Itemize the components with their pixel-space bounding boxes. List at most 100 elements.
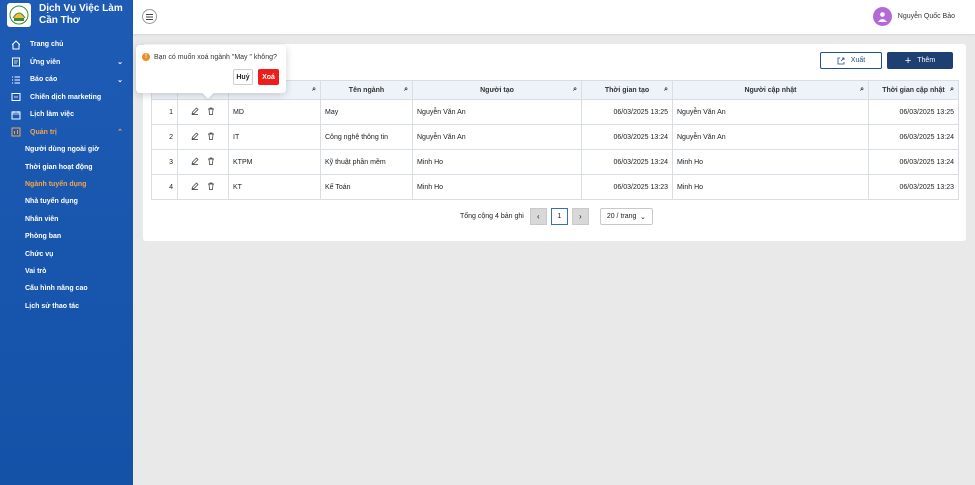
next-page-button[interactable]: › (571, 208, 589, 225)
popconfirm-message: Bạn có muốn xoá ngành "May " không? (154, 53, 277, 61)
add-button[interactable]: + Thêm (887, 52, 953, 69)
export-label: Xuất (850, 57, 866, 64)
sidebar-subitem-employers[interactable]: Nhà tuyển dụng (0, 193, 133, 210)
cell-name: Kế Toán (320, 174, 413, 200)
row-actions (177, 174, 229, 200)
user-name: Nguyễn Quốc Bảo (897, 13, 955, 20)
sidebar-item-label: Ứng viên (30, 58, 61, 66)
delete-icon[interactable] (207, 132, 215, 142)
delete-confirm-popover: ! Bạn có muốn xoá ngành "May " không? Hu… (136, 45, 286, 99)
delete-icon[interactable] (207, 157, 215, 167)
confirm-delete-button[interactable]: Xoá (258, 69, 279, 85)
table-row: 2 IT Công nghệ thông tin Nguyễn Văn An 0… (151, 124, 959, 150)
brand-title-line2: Cần Thơ (39, 15, 80, 26)
row-actions (177, 149, 229, 175)
sidebar-item-reports[interactable]: Báo cáo ⌄ (0, 71, 133, 89)
hamburger-icon (146, 13, 153, 20)
sidebar-item-marketing[interactable]: Chiến dịch marketing (0, 89, 133, 107)
edit-icon[interactable] (191, 182, 199, 192)
sidebar-item-candidates[interactable]: Ứng viên ⌄ (0, 54, 133, 72)
sidebar-item-schedule[interactable]: Lịch làm việc (0, 106, 133, 124)
export-button[interactable]: Xuất (820, 52, 882, 69)
cell-creator: Minh Ho (412, 149, 582, 175)
table-row: 1 MD May Nguyễn Văn An 06/03/2025 13:25 … (151, 99, 959, 125)
page-size-select[interactable]: 20 / trang ⌄ (599, 208, 653, 225)
cell-updater: Minh Ho (672, 174, 869, 200)
industries-table: ⌕ Tên ngành ⌕ Người tạo ⌕ Thời gian tạo ⌕ N… (151, 80, 959, 200)
cell-updated: 06/03/2025 13:23 (868, 174, 959, 200)
list-icon (11, 75, 21, 85)
chevron-down-icon: ⌄ (117, 76, 123, 84)
prev-page-button[interactable]: ‹ (529, 208, 547, 225)
pagination: Tổng cộng 4 bản ghi ‹ 1 › 20 / trang ⌄ (460, 208, 653, 225)
plus-icon: + (904, 54, 912, 67)
cell-code: MD (228, 99, 321, 125)
cell-created: 06/03/2025 13:23 (581, 174, 673, 200)
menu-toggle-button[interactable] (142, 9, 157, 24)
cell-code: KTPM (228, 149, 321, 175)
sidebar-nav: Trang chủ Ứng viên ⌄ Báo cáo ⌄ Chiến dịc… (0, 36, 133, 315)
campaign-icon (11, 92, 21, 102)
sidebar-subitem-activity-log[interactable]: Lịch sử thao tác (0, 298, 133, 315)
cell-name: Kỹ thuật phần mềm (320, 149, 413, 175)
table-row: 4 KT Kế Toán Minh Ho 06/03/2025 13:23 Mi… (151, 174, 959, 200)
cell-created: 06/03/2025 13:24 (581, 149, 673, 175)
cell-updated: 06/03/2025 13:24 (868, 124, 959, 150)
pagination-total: Tổng cộng 4 bản ghi (460, 213, 524, 220)
column-header-name[interactable]: Tên ngành ⌕ (320, 80, 413, 100)
table-row: 3 KTPM Kỹ thuật phần mềm Minh Ho 06/03/2… (151, 149, 959, 175)
search-icon[interactable]: ⌕ (573, 86, 577, 94)
brand-logo (7, 3, 31, 27)
sidebar-item-label: Lịch làm việc (30, 111, 74, 119)
avatar (872, 7, 892, 26)
chevron-down-icon: ⌄ (639, 213, 646, 221)
brand[interactable]: Dịch Vụ Việc Làm Cần Thơ (0, 0, 133, 30)
search-icon[interactable]: ⌕ (664, 86, 668, 94)
cell-name: Công nghệ thông tin (320, 124, 413, 150)
search-icon[interactable]: ⌕ (860, 86, 864, 94)
user-menu[interactable]: Nguyễn Quốc Bảo (872, 7, 955, 26)
column-header-creator[interactable]: Người tạo ⌕ (412, 80, 582, 100)
cancel-button[interactable]: Huỷ (233, 69, 253, 85)
sidebar: Dịch Vụ Việc Làm Cần Thơ Trang chủ Ứng v… (0, 0, 133, 485)
column-header-updated[interactable]: Thời gian cập nhật ⌕ (868, 80, 959, 100)
cell-created: 06/03/2025 13:25 (581, 99, 673, 125)
edit-icon[interactable] (191, 157, 199, 167)
export-icon (837, 57, 845, 64)
sidebar-subitem-staff[interactable]: Nhân viên (0, 211, 133, 228)
sidebar-item-home[interactable]: Trang chủ (0, 36, 133, 54)
column-header-created[interactable]: Thời gian tạo ⌕ (581, 80, 673, 100)
search-icon[interactable]: ⌕ (950, 86, 954, 94)
column-header-updater[interactable]: Người cập nhật ⌕ (672, 80, 869, 100)
add-label: Thêm (917, 57, 936, 64)
cell-updater: Minh Ho (672, 149, 869, 175)
page-size-value: 20 / trang (606, 213, 637, 220)
current-page-button[interactable]: 1 (550, 208, 568, 225)
sidebar-subitem-active-time[interactable]: Thời gian hoạt động (0, 158, 133, 175)
row-index: 4 (151, 174, 178, 200)
sidebar-subitem-positions[interactable]: Chức vụ (0, 245, 133, 262)
calendar-icon (11, 110, 21, 120)
admin-icon (11, 127, 21, 137)
sidebar-subitem-roles[interactable]: Vai trò (0, 263, 133, 280)
delete-icon[interactable] (207, 107, 215, 117)
search-icon[interactable]: ⌕ (312, 86, 316, 94)
sidebar-subitem-industries[interactable]: Ngành tuyển dụng (0, 176, 133, 193)
row-actions (177, 124, 229, 150)
candidate-icon (11, 57, 21, 67)
sidebar-subitem-advanced-config[interactable]: Cấu hình nâng cao (0, 280, 133, 297)
row-index: 2 (151, 124, 178, 150)
user-icon (877, 12, 887, 22)
sidebar-item-admin[interactable]: Quản trị ⌃ (0, 124, 133, 142)
home-icon (11, 40, 21, 50)
chevron-left-icon: ‹ (536, 212, 540, 221)
sidebar-subitem-overtime-users[interactable]: Người dùng ngoài giờ (0, 141, 133, 158)
sidebar-item-label: Báo cáo (30, 76, 58, 84)
chevron-up-icon: ⌃ (117, 129, 123, 137)
sidebar-subitem-departments[interactable]: Phòng ban (0, 228, 133, 245)
search-icon[interactable]: ⌕ (404, 86, 408, 94)
edit-icon[interactable] (191, 132, 199, 142)
delete-icon[interactable] (207, 182, 215, 192)
edit-icon[interactable] (191, 107, 199, 117)
popconfirm-message-row: ! Bạn có muốn xoá ngành "May " không? (142, 53, 277, 61)
